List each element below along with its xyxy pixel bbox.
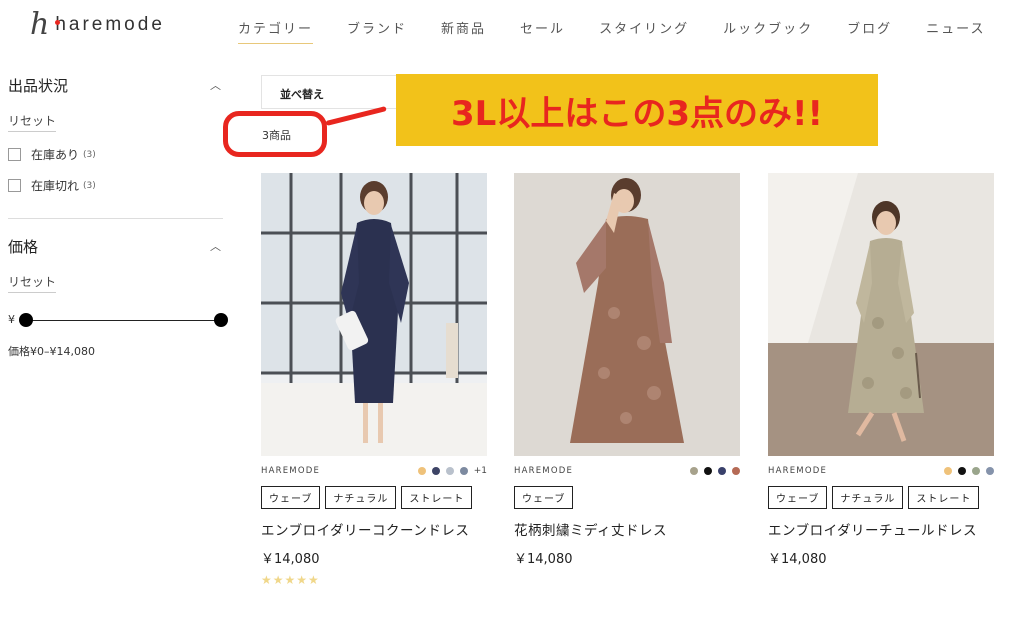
product-card[interactable]: HAREMODE ウェーブ 花柄刺繍ミディ丈ドレス ￥14,080 bbox=[514, 173, 740, 567]
color-swatches: +1 bbox=[417, 466, 487, 476]
logo-dot bbox=[55, 20, 60, 25]
nav-new-arrivals[interactable]: 新商品 bbox=[441, 18, 486, 44]
color-swatch[interactable] bbox=[718, 467, 726, 475]
filter-in-stock-label: 在庫あり bbox=[31, 148, 80, 162]
style-tags: ウェーブ ナチュラル ストレート bbox=[261, 486, 487, 509]
color-swatch[interactable] bbox=[417, 467, 426, 475]
price-reset-link[interactable]: リセット bbox=[8, 273, 57, 293]
color-swatch[interactable] bbox=[958, 467, 966, 475]
filter-sidebar: 出品状況 ︿ リセット 在庫あり (3) 在庫切れ (3) 価格 ︿ リセット … bbox=[8, 70, 228, 359]
price-range-slider[interactable]: ¥ bbox=[8, 311, 228, 331]
site-header: h haremode カテゴリー ブランド 新商品 セール スタイリング ルック… bbox=[0, 0, 1024, 60]
rating-stars: ★★★★★ bbox=[261, 573, 320, 587]
color-swatch[interactable] bbox=[986, 467, 994, 475]
filter-out-of-stock[interactable]: 在庫切れ (3) bbox=[8, 177, 223, 194]
annotation-pointer bbox=[325, 106, 387, 126]
price-range-text: 価格¥0–¥14,080 bbox=[8, 345, 95, 358]
slider-min-handle[interactable] bbox=[19, 313, 33, 327]
logo-text: haremode bbox=[55, 14, 165, 35]
stock-facet-title: 出品状況 bbox=[8, 76, 69, 95]
nav-category[interactable]: カテゴリー bbox=[238, 18, 314, 44]
dress-photo-2 bbox=[514, 173, 740, 456]
filter-out-of-stock-count: (3) bbox=[83, 180, 96, 191]
product-card[interactable]: HAREMODE ウェーブ ナチュラル ストレート エンブロイダリーチュールドレ… bbox=[768, 173, 994, 567]
annotation-callout: 3L以上はこの3点のみ!! bbox=[396, 74, 878, 146]
color-swatch[interactable] bbox=[459, 467, 468, 475]
nav-news[interactable]: ニュース bbox=[926, 18, 985, 44]
color-swatch[interactable] bbox=[704, 467, 712, 475]
product-name[interactable]: エンブロイダリーチュールドレス bbox=[768, 519, 994, 539]
checkbox[interactable] bbox=[8, 179, 21, 192]
style-tag[interactable]: ウェーブ bbox=[261, 486, 321, 509]
logo-mark: h bbox=[30, 7, 50, 42]
product-name[interactable]: 花柄刺繍ミディ丈ドレス bbox=[514, 519, 740, 539]
dress-photo-1 bbox=[261, 173, 487, 456]
product-price: ￥14,080 bbox=[261, 552, 320, 567]
divider bbox=[8, 218, 223, 219]
style-tag[interactable]: ウェーブ bbox=[514, 486, 574, 509]
product-brand: HAREMODE bbox=[514, 466, 574, 476]
price-facet-title: 価格 bbox=[8, 237, 39, 256]
style-tags: ウェーブ bbox=[514, 486, 740, 509]
style-tag[interactable]: ナチュラル bbox=[325, 486, 397, 509]
annotation-callout-text: 3L以上はこの3点のみ!! bbox=[451, 93, 823, 134]
style-tag[interactable]: ウェーブ bbox=[768, 486, 828, 509]
brand-row: HAREMODE +1 bbox=[261, 465, 487, 477]
color-swatch[interactable] bbox=[732, 467, 740, 475]
nav-blog[interactable]: ブログ bbox=[847, 18, 892, 44]
product-brand: HAREMODE bbox=[261, 466, 321, 476]
annotation-circle bbox=[223, 111, 327, 157]
brand-row: HAREMODE bbox=[768, 465, 994, 477]
chevron-up-icon[interactable]: ︿ bbox=[210, 77, 221, 93]
nav-sale[interactable]: セール bbox=[520, 18, 565, 44]
color-swatch[interactable] bbox=[944, 467, 952, 475]
color-swatch[interactable] bbox=[431, 467, 440, 475]
brand-row: HAREMODE bbox=[514, 465, 740, 477]
sort-dropdown[interactable]: 並べ替え bbox=[261, 75, 401, 109]
brand-logo[interactable]: h haremode bbox=[30, 10, 165, 40]
stock-facet-header[interactable]: 出品状況 ︿ bbox=[8, 70, 223, 100]
product-image[interactable] bbox=[261, 173, 487, 456]
checkbox[interactable] bbox=[8, 148, 21, 161]
color-swatch[interactable] bbox=[972, 467, 980, 475]
more-colors-count[interactable]: +1 bbox=[474, 466, 487, 476]
nav-styling[interactable]: スタイリング bbox=[599, 18, 689, 44]
color-swatch[interactable] bbox=[445, 467, 454, 475]
filter-out-of-stock-label: 在庫切れ bbox=[31, 179, 80, 193]
product-price: ￥14,080 bbox=[768, 552, 827, 567]
dress-photo-3 bbox=[768, 173, 994, 456]
style-tag[interactable]: ナチュラル bbox=[832, 486, 904, 509]
style-tag[interactable]: ストレート bbox=[401, 486, 473, 509]
style-tag[interactable]: ストレート bbox=[908, 486, 980, 509]
nav-brand[interactable]: ブランド bbox=[347, 18, 407, 44]
product-image[interactable] bbox=[768, 173, 994, 456]
product-price: ￥14,080 bbox=[514, 552, 573, 567]
color-swatches bbox=[690, 467, 740, 475]
color-swatch[interactable] bbox=[690, 467, 698, 475]
product-card[interactable]: HAREMODE +1 ウェーブ ナチュラル ストレート エンブロイダリーコクー… bbox=[261, 173, 487, 587]
filter-in-stock-count: (3) bbox=[83, 149, 96, 160]
price-facet-header[interactable]: 価格 ︿ bbox=[8, 231, 223, 261]
slider-max-handle[interactable] bbox=[214, 313, 228, 327]
nav-lookbook[interactable]: ルックブック bbox=[723, 18, 813, 44]
filter-in-stock[interactable]: 在庫あり (3) bbox=[8, 146, 223, 163]
main-nav: カテゴリー ブランド 新商品 セール スタイリング ルックブック ブログ ニュー… bbox=[238, 18, 1019, 44]
style-tags: ウェーブ ナチュラル ストレート bbox=[768, 486, 994, 509]
product-name[interactable]: エンブロイダリーコクーンドレス bbox=[261, 519, 487, 539]
slider-track[interactable] bbox=[26, 320, 223, 321]
product-image[interactable] bbox=[514, 173, 740, 456]
color-swatches bbox=[944, 467, 994, 475]
stock-reset-link[interactable]: リセット bbox=[8, 112, 57, 132]
product-brand: HAREMODE bbox=[768, 466, 828, 476]
chevron-up-icon[interactable]: ︿ bbox=[210, 238, 221, 254]
currency-symbol: ¥ bbox=[8, 313, 15, 326]
